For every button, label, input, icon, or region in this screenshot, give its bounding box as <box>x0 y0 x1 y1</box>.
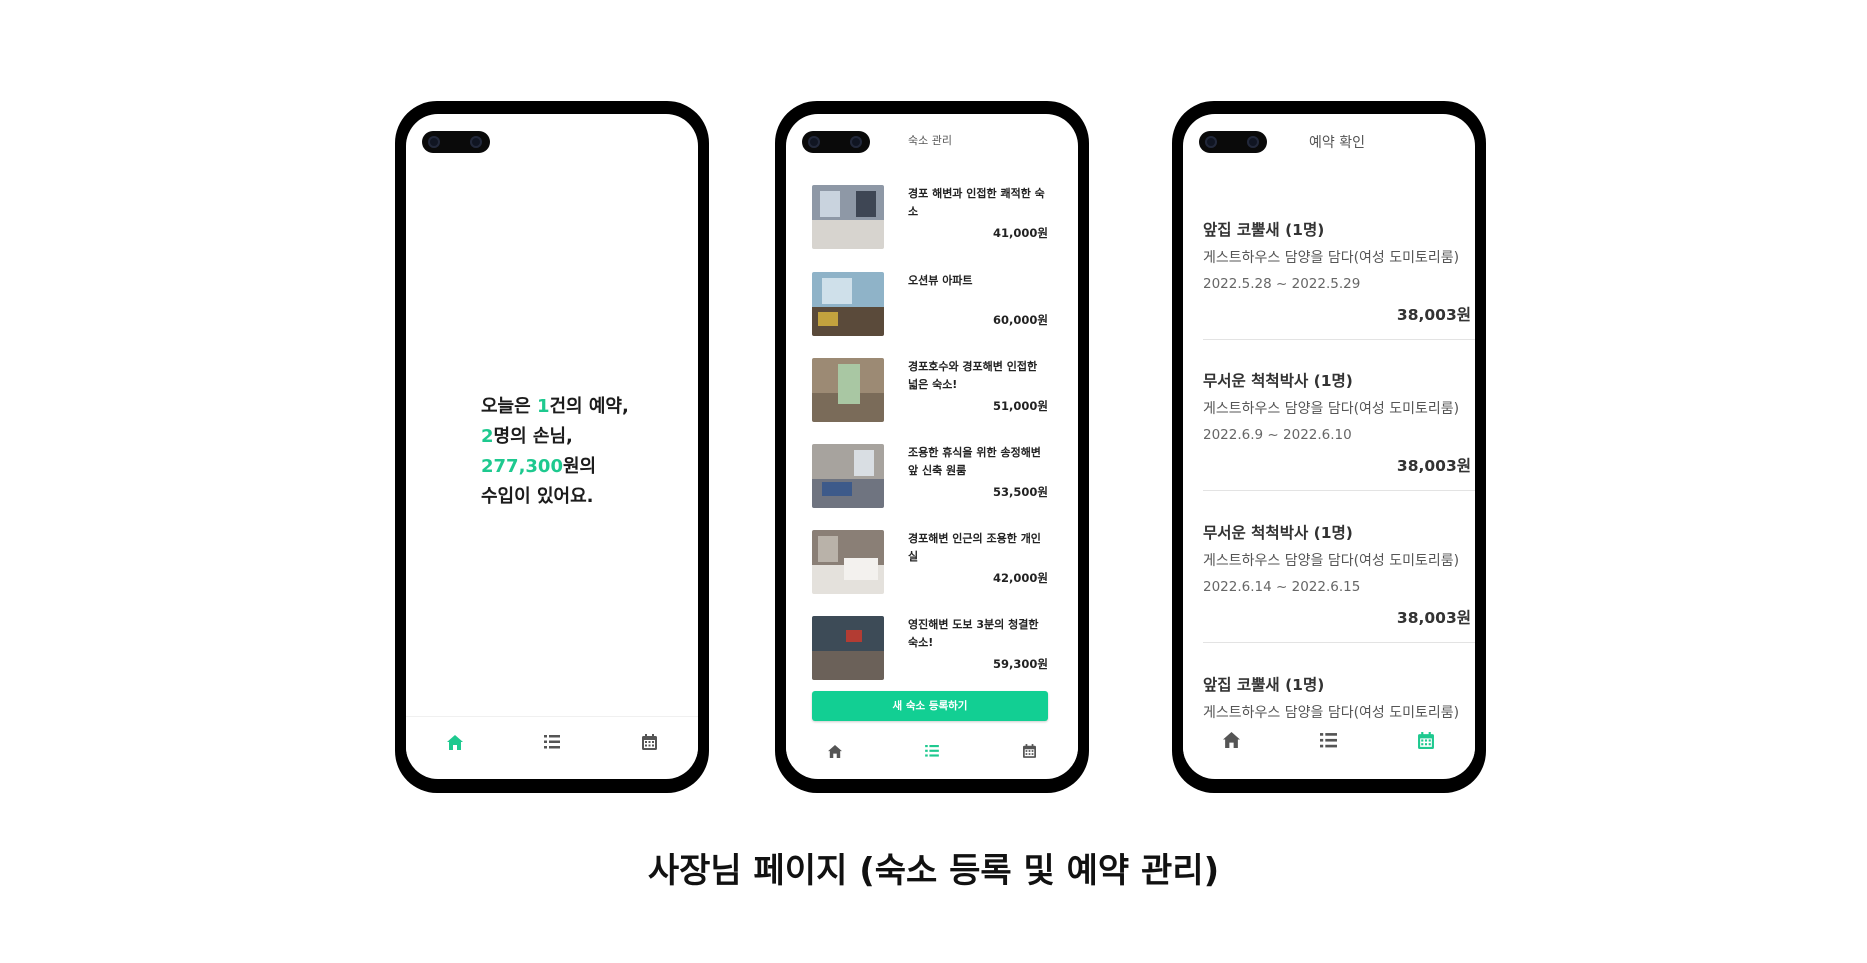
nav-list[interactable] <box>912 736 952 766</box>
listing-price: 59,300원 <box>993 657 1048 671</box>
camera-lens <box>1205 136 1217 148</box>
home-icon <box>446 734 463 750</box>
camera-cutout <box>1199 131 1267 153</box>
register-listing-button[interactable]: 새 숙소 등록하기 <box>812 691 1048 721</box>
listing-name: 경포해변 인근의 조용한 개인실 <box>908 532 1041 563</box>
listing-thumbnail <box>812 185 884 249</box>
calendar-icon <box>1022 744 1036 758</box>
reservations-screen: 예약 확인 앞집 코뿔새 (1명) 게스트하우스 담양을 담다(여성 도미토리룸… <box>1183 114 1475 779</box>
reservation-guest: 앞집 코뿔새 (1명) <box>1203 676 1325 694</box>
divider <box>1203 490 1475 491</box>
listing-thumbnail <box>812 530 884 594</box>
phone-home: 오늘은 1건의 예약, 2명의 손님, 277,300원의 수입이 있어요. <box>395 101 709 793</box>
nav-list[interactable] <box>1309 725 1349 755</box>
camera-lens <box>428 136 440 148</box>
listing-price: 41,000원 <box>993 226 1048 240</box>
nav-home[interactable] <box>815 736 855 766</box>
listing-price: 53,500원 <box>993 485 1048 499</box>
listing-thumbnail <box>812 616 884 680</box>
summary-text: 건의 예약, <box>549 396 629 417</box>
home-icon <box>1223 732 1241 748</box>
camera-lens <box>850 136 862 148</box>
reservation-item[interactable]: 앞집 코뿔새 (1명) 게스트하우스 담양을 담다(여성 도미토리룸) <box>1203 673 1475 723</box>
bottom-nav <box>1183 722 1475 758</box>
list-icon <box>543 735 560 749</box>
reservation-place: 게스트하우스 담양을 담다(여성 도미토리룸) <box>1203 250 1460 266</box>
listing-name: 경포호수와 경포해변 인접한 넓은 숙소! <box>908 360 1038 391</box>
camera-cutout <box>422 131 490 153</box>
bookings-count: 1 <box>536 396 550 417</box>
listing-name: 오션뷰 아파트 <box>908 274 973 287</box>
listing-item[interactable]: 경포호수와 경포해변 인접한 넓은 숙소! 51,000원 <box>812 358 1052 422</box>
listing-price: 42,000원 <box>993 571 1048 585</box>
list-icon <box>925 745 939 757</box>
list-icon <box>1320 732 1338 747</box>
listing-name: 영진해변 도보 3분의 청결한 숙소! <box>908 618 1039 649</box>
calendar-icon <box>1418 731 1435 749</box>
reservation-place: 게스트하우스 담양을 담다(여성 도미토리룸) <box>1203 553 1460 569</box>
reservation-amount: 38,003원 <box>1396 306 1471 324</box>
reservation-place: 게스트하우스 담양을 담다(여성 도미토리룸) <box>1203 401 1460 417</box>
listing-item[interactable]: 경포해변 인근의 조용한 개인실 42,000원 <box>812 530 1052 594</box>
listing-name: 경포 해변과 인접한 쾌적한 숙소 <box>908 187 1045 218</box>
reservation-dates: 2022.5.28 ~ 2022.5.29 <box>1203 276 1361 292</box>
camera-lens <box>470 136 482 148</box>
listing-item[interactable]: 경포 해변과 인접한 쾌적한 숙소 41,000원 <box>812 185 1052 249</box>
today-summary: 오늘은 1건의 예약, 2명의 손님, 277,300원의 수입이 있어요. <box>481 392 629 512</box>
nav-home[interactable] <box>435 727 475 757</box>
guests-count: 2 <box>481 426 494 447</box>
listing-item[interactable]: 영진해변 도보 3분의 청결한 숙소! 59,300원 <box>812 616 1052 680</box>
reservation-amount: 38,003원 <box>1396 609 1471 627</box>
nav-home[interactable] <box>1212 725 1252 755</box>
home-icon <box>827 744 842 758</box>
summary-line-end: 수입이 있어요. <box>481 486 594 507</box>
reservation-amount: 38,003원 <box>1396 457 1471 475</box>
screen-title: 숙소 관리 <box>908 134 952 147</box>
summary-text: 원의 <box>562 456 597 477</box>
reservation-dates: 2022.6.9 ~ 2022.6.10 <box>1203 427 1352 443</box>
listing-price: 60,000원 <box>993 313 1048 327</box>
phone-reservations: 예약 확인 앞집 코뿔새 (1명) 게스트하우스 담양을 담다(여성 도미토리룸… <box>1172 101 1486 793</box>
nav-calendar[interactable] <box>1406 725 1446 755</box>
listing-item[interactable]: 조용한 휴식을 위한 송정해변 앞 신축 원룸 53,500원 <box>812 444 1052 508</box>
screen-title: 예약 확인 <box>1309 135 1365 151</box>
income-amount: 277,300 <box>481 456 563 477</box>
listing-price: 51,000원 <box>993 399 1048 413</box>
camera-cutout <box>802 131 870 153</box>
bottom-nav <box>786 736 1078 766</box>
reservation-guest: 무서운 척척박사 (1명) <box>1203 372 1353 390</box>
reservation-guest: 앞집 코뿔새 (1명) <box>1203 221 1325 239</box>
listings-screen: 숙소 관리 경포 해변과 인접한 쾌적한 숙소 41,000원 오션뷰 아파트 … <box>786 114 1078 779</box>
listing-thumbnail <box>812 272 884 336</box>
summary-line-bookings: 오늘은 1건의 예약, <box>481 392 629 422</box>
nav-calendar[interactable] <box>1009 736 1049 766</box>
reservation-guest: 무서운 척척박사 (1명) <box>1203 524 1353 542</box>
summary-line-income: 277,300원의 <box>481 452 629 482</box>
reservation-place: 게스트하우스 담양을 담다(여성 도미토리룸) <box>1203 705 1460 721</box>
nav-list[interactable] <box>532 727 572 757</box>
phone-listings: 숙소 관리 경포 해변과 인접한 쾌적한 숙소 41,000원 오션뷰 아파트 … <box>775 101 1089 793</box>
listing-thumbnail <box>812 358 884 422</box>
home-screen: 오늘은 1건의 예약, 2명의 손님, 277,300원의 수입이 있어요. <box>406 114 698 779</box>
listing-thumbnail <box>812 444 884 508</box>
camera-lens <box>1247 136 1259 148</box>
nav-calendar[interactable] <box>629 727 669 757</box>
listing-item[interactable]: 오션뷰 아파트 60,000원 <box>812 272 1052 336</box>
page-caption: 사장님 페이지 (숙소 등록 및 예약 관리) <box>647 851 1220 891</box>
calendar-icon <box>641 734 657 750</box>
reservation-dates: 2022.6.14 ~ 2022.6.15 <box>1203 579 1361 595</box>
bottom-nav <box>406 727 698 757</box>
summary-text: 명의 손님, <box>493 426 573 447</box>
summary-line-guests: 2명의 손님, <box>481 422 629 452</box>
divider <box>1203 339 1475 340</box>
divider <box>1203 642 1475 643</box>
camera-lens <box>808 136 820 148</box>
summary-text: 오늘은 <box>481 396 537 417</box>
nav-divider <box>406 716 698 717</box>
listing-name: 조용한 휴식을 위한 송정해변 앞 신축 원룸 <box>908 446 1041 477</box>
